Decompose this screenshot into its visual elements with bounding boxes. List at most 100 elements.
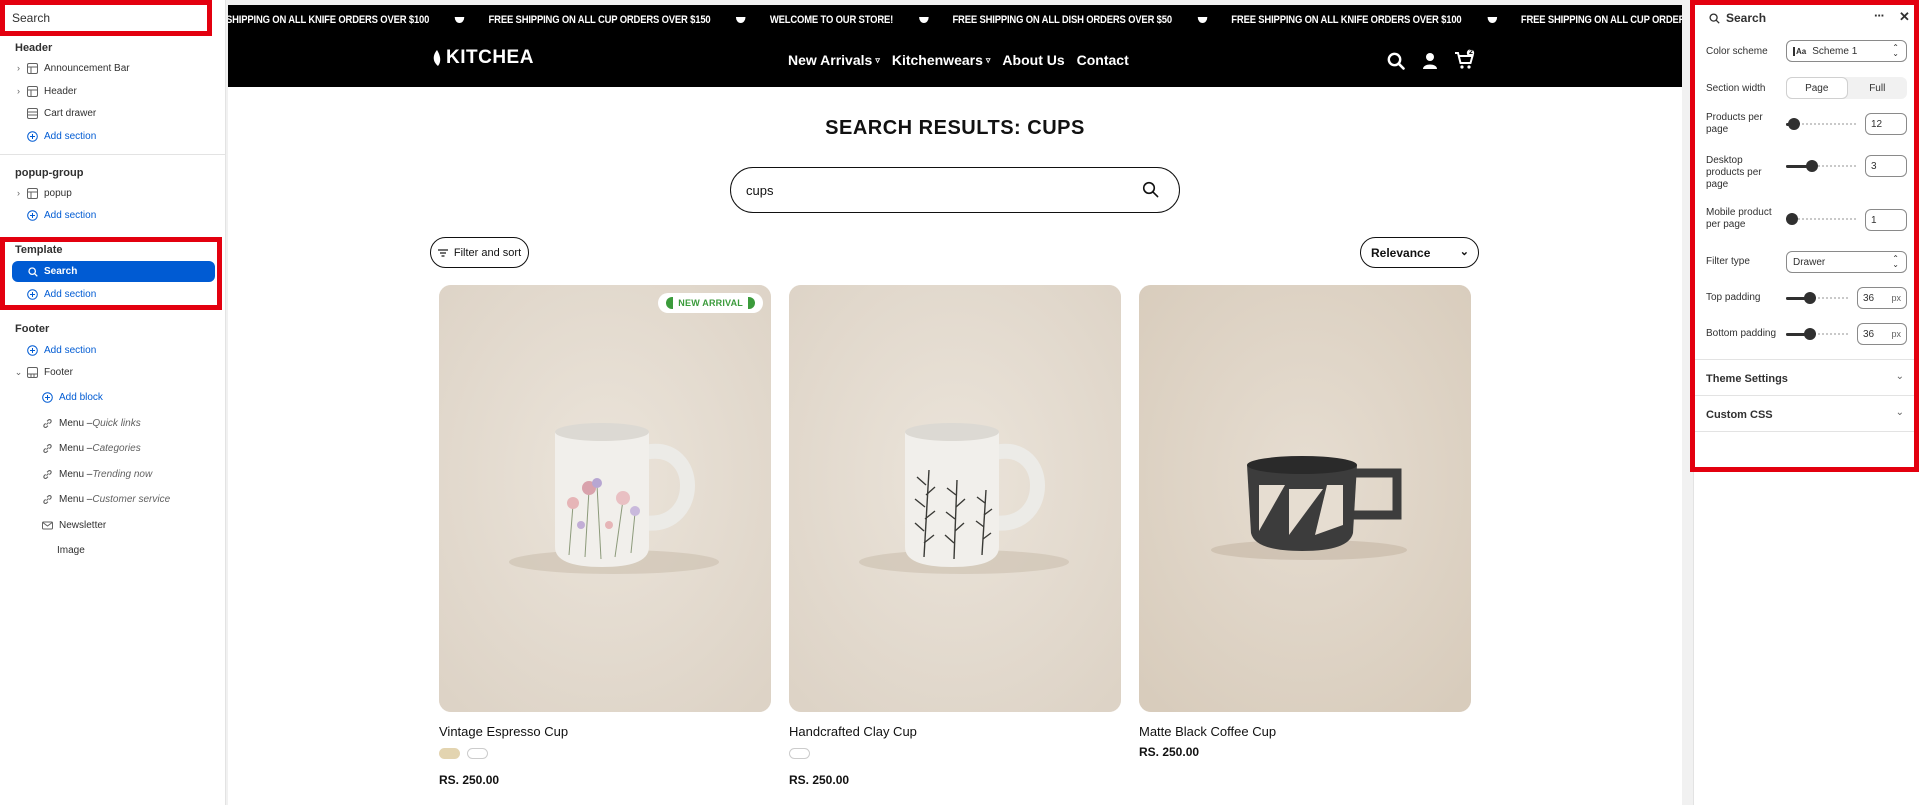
tree-item-cart-drawer[interactable]: Cart drawer (12, 103, 96, 123)
product-card[interactable]: NEW ARRIVAL Vintage Espresso Cup RS. 250… (439, 285, 771, 787)
tree-block-image[interactable]: Image (57, 540, 85, 560)
search-icon[interactable] (1387, 52, 1405, 75)
tree-item-label: Announcement Bar (44, 62, 130, 74)
search-input[interactable]: cups (730, 167, 1180, 213)
footer-add-block-link[interactable]: Add block (40, 387, 103, 407)
color-scheme-label: Color scheme (1706, 46, 1768, 57)
mobile-products-label: Mobile product per page (1706, 207, 1772, 230)
announcement-message: WELCOME TO OUR STORE! (769, 14, 894, 26)
store-logo[interactable]: KITCHEA (431, 47, 534, 69)
swatch-beige[interactable] (439, 748, 460, 759)
chevron-right-icon[interactable]: › (12, 188, 25, 198)
tree-item-header[interactable]: › Header (12, 81, 77, 101)
account-icon[interactable] (1422, 52, 1438, 75)
announcement-message: FREE SHIPPING ON ALL CUP ORDERS OVER $15… (1520, 14, 1682, 26)
footer-group-title: Footer (15, 323, 50, 335)
menu-item-new-arrivals[interactable]: New Arrivals ▿ (788, 52, 880, 68)
products-per-page-input[interactable]: 12 (1865, 113, 1907, 135)
tree-item-announcement-bar[interactable]: › Announcement Bar (12, 58, 130, 78)
cart-icon[interactable]: 2 (1454, 49, 1476, 76)
desktop-products-slider[interactable] (1786, 160, 1856, 172)
product-title[interactable]: Handcrafted Clay Cup (789, 724, 1121, 739)
slider-handle[interactable] (1788, 118, 1800, 130)
menu-item-kitchenwears[interactable]: Kitchenwears ▿ (892, 52, 991, 68)
product-card[interactable]: Matte Black Coffee Cup RS. 250.00 (1139, 285, 1471, 759)
slider-handle[interactable] (1806, 160, 1818, 172)
more-options-icon[interactable]: ··· (1874, 8, 1885, 23)
chevron-right-icon[interactable]: › (12, 63, 25, 73)
product-title[interactable]: Vintage Espresso Cup (439, 724, 771, 739)
template-group-title: Template (15, 244, 63, 256)
color-scheme-select[interactable]: Aa Scheme 1 ⌃ ⌄ (1786, 40, 1907, 62)
section-settings-panel: Search ··· ✕ Color scheme Aa Scheme 1 ⌃ ⌄… (1693, 0, 1919, 805)
bottom-padding-label: Bottom padding (1706, 328, 1777, 339)
header-group-title: Header (15, 42, 53, 54)
link-icon (40, 492, 54, 506)
product-image[interactable]: NEW ARRIVAL (439, 285, 771, 712)
top-padding-slider[interactable] (1786, 292, 1850, 304)
desktop-products-input[interactable]: 3 (1865, 155, 1907, 177)
announcement-bar: SHIPPING ON ALL KNIFE ORDERS OVER $100 F… (228, 5, 1682, 35)
theme-settings-section[interactable]: Theme Settings ⌄ (1694, 359, 1919, 395)
chevron-right-icon[interactable]: › (12, 86, 25, 96)
select-arrows-icon: ⌃ ⌄ (1892, 43, 1899, 58)
custom-css-section[interactable]: Custom CSS ⌄ (1694, 395, 1919, 431)
plus-circle-icon (25, 208, 39, 222)
slider-handle[interactable] (1804, 328, 1816, 340)
mobile-products-input[interactable]: 1 (1865, 209, 1907, 231)
product-image[interactable] (789, 285, 1121, 712)
slider-handle[interactable] (1786, 213, 1798, 225)
tree-item-footer[interactable]: ⌄ Footer (12, 362, 73, 382)
template-add-section-link[interactable]: Add section (12, 284, 96, 304)
chevron-down-icon[interactable]: ⌄ (12, 367, 25, 378)
tree-item-search-selected[interactable]: Search (12, 261, 215, 282)
tree-block-menu-quick-links[interactable]: Menu – Quick links (40, 413, 141, 433)
tree-block-newsletter[interactable]: Newsletter (40, 515, 106, 535)
settings-title: Search (1726, 11, 1767, 25)
mobile-products-slider[interactable] (1786, 213, 1856, 225)
tree-item-label: Cart drawer (44, 107, 97, 119)
bottom-padding-input[interactable]: 36 px (1857, 323, 1907, 345)
link-icon (40, 441, 54, 455)
sort-select[interactable]: Relevance ⌄ (1360, 237, 1479, 268)
menu-item-contact[interactable]: Contact (1077, 52, 1129, 68)
sidebar-search-input[interactable]: Search (0, 0, 212, 36)
tree-item-popup[interactable]: › popup (12, 183, 72, 203)
swatch-white[interactable] (789, 748, 810, 759)
filter-and-sort-button[interactable]: Filter and sort (430, 237, 529, 268)
tree-block-menu-categories[interactable]: Menu – Categories (40, 438, 141, 458)
tree-block-menu-customer-service[interactable]: Menu – Customer service (40, 489, 170, 509)
color-swatches (439, 748, 771, 759)
top-padding-label: Top padding (1706, 292, 1761, 303)
product-card[interactable]: Handcrafted Clay Cup RS. 250.00 (789, 285, 1121, 787)
section-icon (25, 186, 39, 200)
close-icon[interactable]: ✕ (1899, 9, 1910, 25)
filter-type-label: Filter type (1706, 256, 1750, 267)
search-icon (28, 266, 38, 277)
section-icon (25, 106, 39, 120)
link-icon (40, 416, 54, 430)
search-icon[interactable] (1142, 181, 1159, 203)
tree-block-menu-trending-now[interactable]: Menu – Trending now (40, 464, 152, 484)
menu-item-about-us[interactable]: About Us (1002, 52, 1064, 68)
leaf-icon (433, 50, 441, 66)
chevron-down-icon: ⌄ (1895, 407, 1904, 418)
section-width-option-page[interactable]: Page (1786, 77, 1848, 99)
slider-handle[interactable] (1804, 292, 1816, 304)
product-title[interactable]: Matte Black Coffee Cup (1139, 724, 1471, 739)
product-price: RS. 250.00 (439, 773, 500, 787)
filter-type-select[interactable]: Drawer ⌃ ⌄ (1786, 251, 1907, 273)
products-per-page-slider[interactable] (1786, 118, 1856, 130)
tree-item-label: popup (44, 187, 72, 199)
popup-add-section-link[interactable]: Add section (12, 205, 96, 225)
header-add-section-link[interactable]: Add section (12, 126, 96, 146)
plus-circle-icon (25, 343, 39, 357)
bottom-padding-slider[interactable] (1786, 328, 1850, 340)
announcement-message: FREE SHIPPING ON ALL KNIFE ORDERS OVER $… (1231, 14, 1462, 26)
footer-add-section-link[interactable]: Add section (12, 340, 96, 360)
swatch-white[interactable] (467, 748, 488, 759)
top-padding-input[interactable]: 36 px (1857, 287, 1907, 309)
tree-item-label: Footer (44, 366, 73, 378)
section-width-option-full[interactable]: Full (1848, 77, 1908, 99)
product-image[interactable] (1139, 285, 1471, 712)
